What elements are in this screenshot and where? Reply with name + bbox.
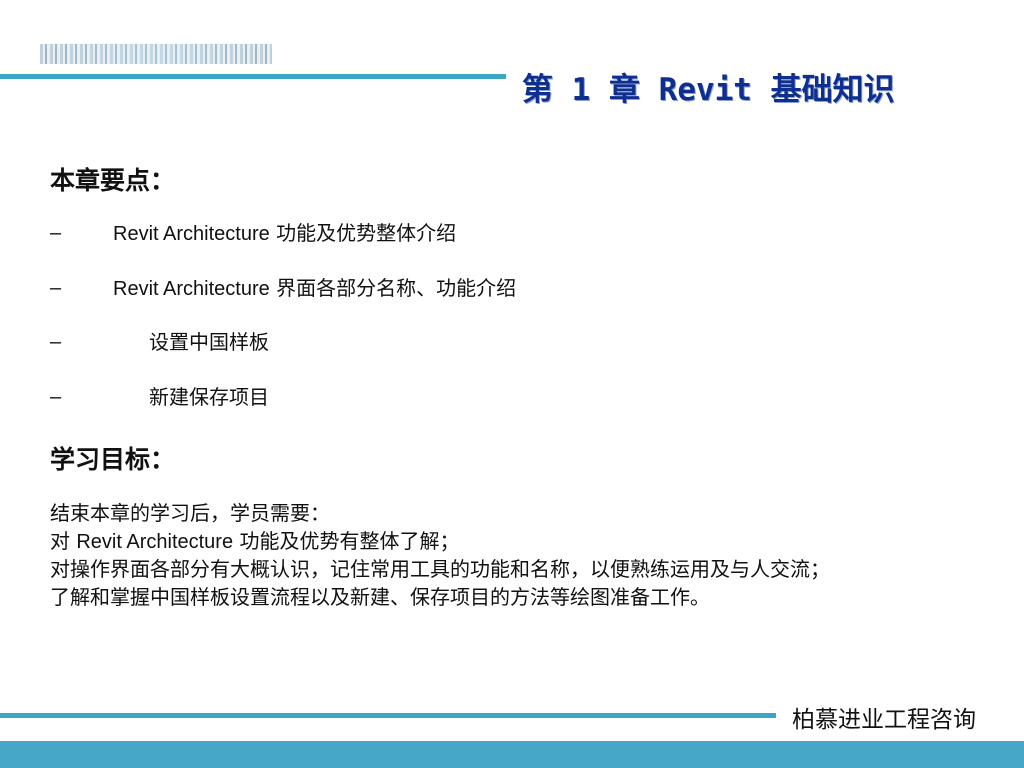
goal-line: 结束本章的学习后，学员需要： — [50, 500, 970, 528]
goal-line: 对操作界面各部分有大概认识，记住常用工具的功能和名称，以便熟练运用及与人交流； — [50, 556, 970, 584]
key-point-en: Revit Architecture — [113, 278, 270, 300]
footer-divider — [0, 713, 776, 718]
key-point-text: 新建保存项目 — [149, 383, 269, 412]
bullet-dash: – — [50, 386, 62, 408]
key-point-cn: 新建保存项目 — [149, 385, 269, 409]
key-point-en: Revit Architecture — [113, 223, 270, 245]
bullet-dash: – — [50, 331, 62, 353]
bullet-dash: – — [50, 222, 62, 244]
bullet-dash: – — [50, 277, 62, 299]
key-point-cn: 功能及优势整体介绍 — [269, 221, 457, 245]
company-name: 柏慕进业工程咨询 — [792, 707, 976, 733]
key-point-text: Revit Architecture 功能及优势整体介绍 — [113, 219, 456, 248]
key-point-text: Revit Architecture 界面各部分名称、功能介绍 — [113, 274, 516, 303]
learning-goals-heading: 学习目标： — [50, 445, 176, 474]
key-point-item: – 设置中国样板 — [50, 328, 950, 356]
key-point-cn: 设置中国样板 — [149, 330, 269, 354]
header-logo-strip — [40, 44, 272, 64]
goal-line-en: Revit Architecture — [76, 531, 234, 553]
goal-line: 了解和掌握中国样板设置流程以及新建、保存项目的方法等绘图准备工作。 — [50, 584, 970, 612]
learning-goals-body: 结束本章的学习后，学员需要： 对 Revit Architecture 功能及优… — [50, 500, 970, 612]
key-point-item: – Revit Architecture 功能及优势整体介绍 — [50, 219, 950, 247]
footer-band — [0, 741, 1024, 768]
goal-line-suffix: 结束本章的学习后，学员需要： — [50, 501, 330, 525]
key-point-text: 设置中国样板 — [149, 328, 269, 357]
goal-line-suffix: 了解和掌握中国样板设置流程以及新建、保存项目的方法等绘图准备工作。 — [50, 585, 710, 609]
header-divider — [0, 74, 506, 79]
goal-line-prefix: 对 — [50, 529, 77, 553]
key-points-heading: 本章要点： — [50, 166, 176, 195]
key-point-item: – Revit Architecture 界面各部分名称、功能介绍 — [50, 274, 950, 302]
chapter-title: 第 1 章 Revit 基础知识 — [522, 72, 895, 108]
goal-line: 对 Revit Architecture 功能及优势有整体了解； — [50, 528, 970, 556]
key-point-item: – 新建保存项目 — [50, 383, 950, 411]
goal-line-suffix: 对操作界面各部分有大概认识，记住常用工具的功能和名称，以便熟练运用及与人交流； — [50, 557, 830, 581]
goal-line-suffix: 功能及优势有整体了解； — [233, 529, 460, 553]
key-point-cn: 界面各部分名称、功能介绍 — [269, 276, 517, 300]
